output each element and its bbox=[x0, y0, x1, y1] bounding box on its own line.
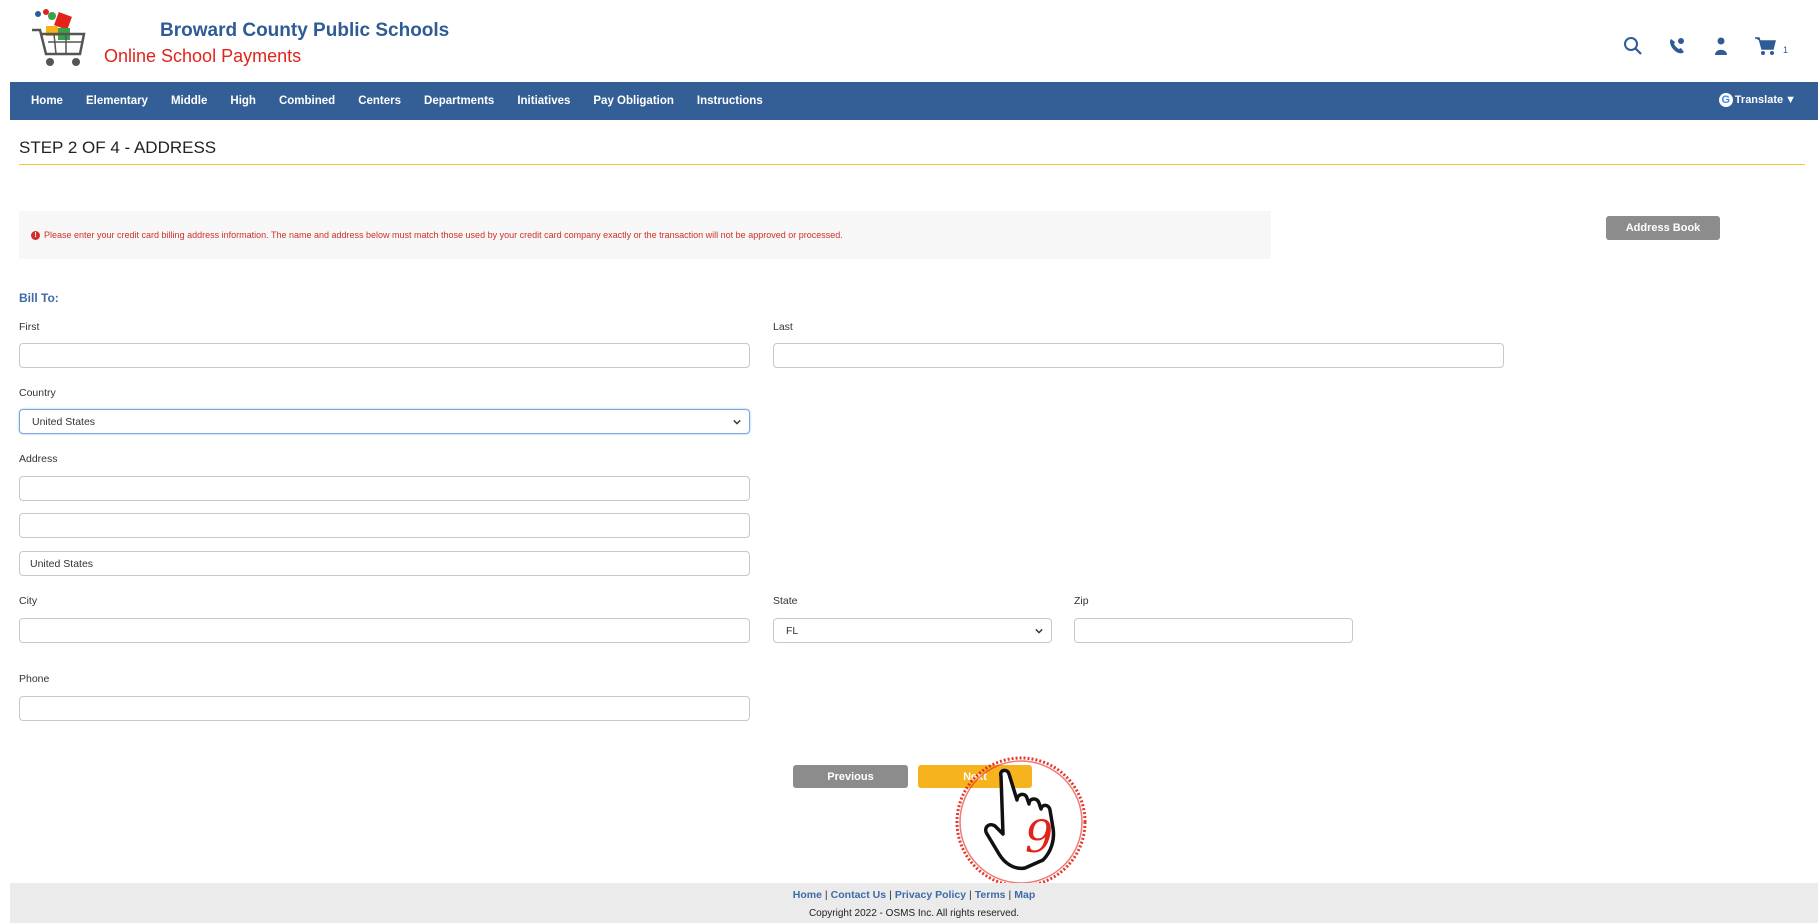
google-translate-icon: G bbox=[1718, 93, 1733, 107]
nav-item-elementary[interactable]: Elementary bbox=[86, 95, 148, 107]
footer-separator: | bbox=[969, 889, 972, 901]
state-label: State bbox=[773, 595, 798, 607]
main-nav: Home Elementary Middle High Combined Centers D… bbox=[10, 82, 1818, 120]
step-number-glyph: 9 bbox=[1025, 812, 1053, 863]
last-name-input[interactable] bbox=[773, 343, 1504, 368]
user-icon[interactable] bbox=[1709, 34, 1733, 58]
footer-link-home[interactable]: Home bbox=[793, 889, 822, 901]
nav-item-departments[interactable]: Departments bbox=[424, 95, 494, 107]
nav-item-instructions[interactable]: Instructions bbox=[697, 95, 763, 107]
alert-message: Please enter your credit card billing ad… bbox=[44, 230, 843, 240]
billing-alert: ! Please enter your credit card billing … bbox=[19, 211, 1271, 259]
chevron-down-icon bbox=[1035, 628, 1043, 634]
page-title: STEP 2 OF 4 - ADDRESS bbox=[19, 138, 217, 157]
state-selected-value: FL bbox=[786, 624, 799, 637]
brand-title[interactable]: Broward County Public Schools bbox=[160, 20, 449, 42]
first-name-label: First bbox=[19, 321, 40, 333]
caret-down-icon: ▼ bbox=[1785, 94, 1796, 106]
city-input[interactable] bbox=[19, 618, 750, 643]
first-name-input[interactable] bbox=[19, 343, 750, 368]
translate-button[interactable]: G Translate ▼ bbox=[1718, 93, 1796, 107]
previous-button[interactable]: Previous bbox=[793, 765, 908, 788]
address-line3-input[interactable]: United States bbox=[19, 551, 750, 576]
country-select[interactable]: United States bbox=[19, 409, 750, 434]
chevron-down-icon bbox=[733, 419, 741, 425]
site-header: Broward County Public Schools Online Sch… bbox=[10, 6, 1818, 82]
nav-item-home[interactable]: Home bbox=[31, 95, 63, 107]
brand-subtitle[interactable]: Online School Payments bbox=[104, 46, 301, 67]
country-selected-value: United States bbox=[32, 415, 96, 428]
site-footer: Home | Contact Us | Privacy Policy | Terms | Map… bbox=[10, 883, 1818, 923]
nav-item-pay-obligation[interactable]: Pay Obligation bbox=[593, 95, 674, 107]
footer-link-map[interactable]: Map bbox=[1014, 889, 1035, 901]
nav-item-combined[interactable]: Combined bbox=[279, 95, 335, 107]
footer-separator: | bbox=[1008, 889, 1012, 901]
shopping-cart-logo[interactable] bbox=[28, 8, 88, 72]
address-line2-input[interactable] bbox=[19, 513, 750, 538]
nav-items: Home Elementary Middle High Combined Centers D… bbox=[31, 82, 786, 120]
city-label: City bbox=[19, 595, 38, 607]
footer-separator: | bbox=[824, 889, 828, 901]
footer-separator: | bbox=[889, 889, 892, 901]
phone-icon[interactable] bbox=[1665, 34, 1689, 58]
header-icons: 1 bbox=[1621, 34, 1788, 58]
country-label: Country bbox=[19, 387, 56, 399]
last-name-label: Last bbox=[773, 321, 793, 333]
nav-item-high[interactable]: High bbox=[230, 95, 256, 107]
footer-link-terms[interactable]: Terms bbox=[975, 889, 1006, 901]
alert-icon: ! bbox=[31, 230, 40, 240]
search-icon[interactable] bbox=[1621, 34, 1645, 58]
nav-item-initiatives[interactable]: Initiatives bbox=[517, 95, 570, 107]
title-divider bbox=[19, 164, 1805, 165]
phone-label: Phone bbox=[19, 673, 50, 685]
zip-label: Zip bbox=[1074, 595, 1089, 607]
copyright-text: Copyright 2022 - OSMS Inc. All rights re… bbox=[808, 908, 1020, 919]
translate-label: Translate bbox=[1734, 94, 1784, 106]
address-line1-input[interactable] bbox=[19, 476, 750, 501]
state-select[interactable]: FL bbox=[773, 618, 1052, 643]
address-book-button[interactable]: Address Book bbox=[1606, 216, 1720, 240]
footer-link-privacy-policy[interactable]: Privacy Policy bbox=[895, 889, 966, 901]
nav-item-middle[interactable]: Middle bbox=[171, 95, 207, 107]
click-hand-icon: 9 bbox=[953, 754, 1089, 890]
cart-icon[interactable] bbox=[1753, 34, 1777, 58]
cart-count-badge: 1 bbox=[1782, 45, 1788, 55]
phone-input[interactable] bbox=[19, 696, 750, 721]
footer-links: Home | Contact Us | Privacy Policy | Terms | Map bbox=[10, 889, 1818, 901]
nav-item-centers[interactable]: Centers bbox=[358, 95, 401, 107]
bill-to-heading: Bill To: bbox=[19, 291, 59, 305]
footer-link-contact-us[interactable]: Contact Us bbox=[831, 889, 886, 901]
address-label: Address bbox=[19, 453, 58, 465]
zip-input[interactable] bbox=[1074, 618, 1353, 643]
